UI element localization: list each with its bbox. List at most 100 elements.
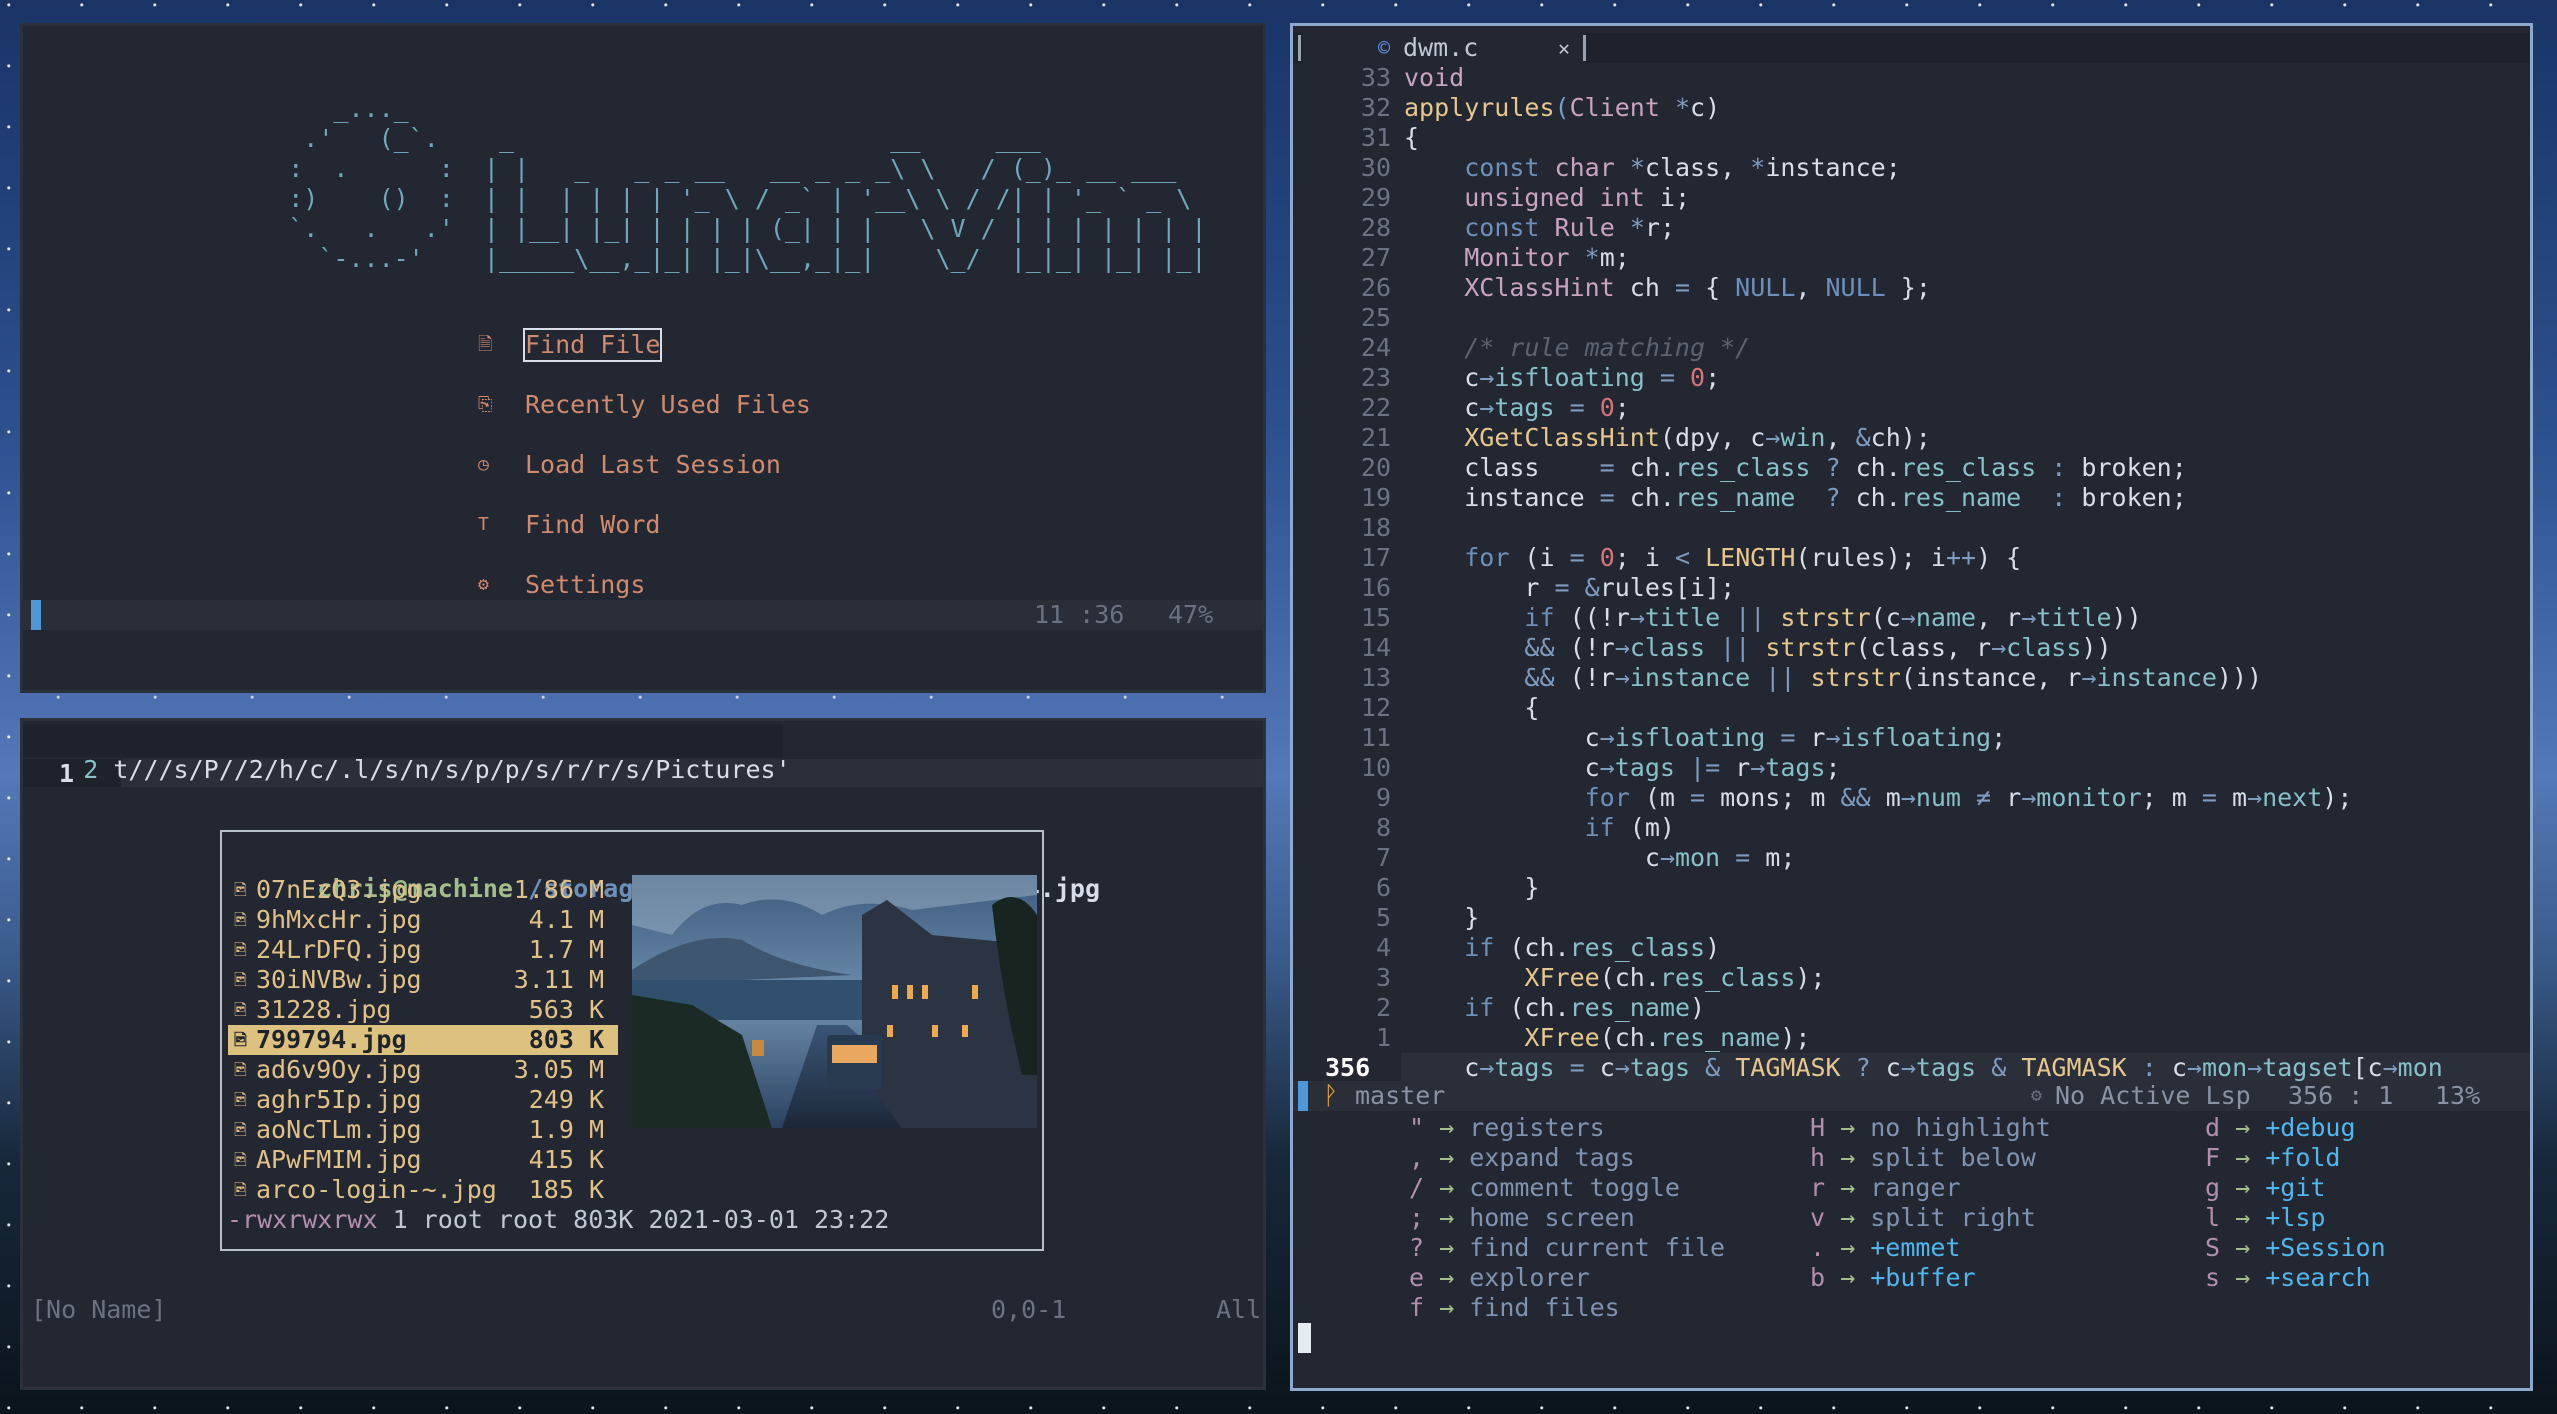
file-row[interactable]: 🖻 arco-login-~.jpg 185 K	[228, 1175, 618, 1205]
dashboard-item-find-word[interactable]: T Find Word	[478, 510, 878, 540]
arrow-icon: →	[1424, 1173, 1470, 1202]
code-line[interactable]: 1 XFree(ch.res_name);	[1293, 1023, 2530, 1053]
which-key-item[interactable]: f → find files	[1409, 1293, 1620, 1323]
code-line[interactable]: 30 const char *class, *instance;	[1293, 153, 2530, 183]
code-line[interactable]: 21 XGetClassHint(dpy, c→win, &ch);	[1293, 423, 2530, 453]
code-line[interactable]: 15 if ((!r→title || strstr(c→name, r→tit…	[1293, 603, 2530, 633]
which-key-item[interactable]: h → split below	[1810, 1143, 2036, 1173]
code-line[interactable]: 7 c→mon = m;	[1293, 843, 2530, 873]
which-key-desc: expand tags	[1469, 1143, 1635, 1172]
which-key-desc: find current file	[1469, 1233, 1726, 1262]
code-line[interactable]: 12 {	[1293, 693, 2530, 723]
text-icon: T	[478, 514, 489, 535]
which-key-item[interactable]: ? → find current file	[1409, 1233, 1725, 1263]
code-line[interactable]: 6 }	[1293, 873, 2530, 903]
which-key-item[interactable]: F → +fold	[2205, 1143, 2340, 1173]
file-row[interactable]: 🖻 799794.jpg 803 K	[228, 1025, 618, 1055]
which-key-item[interactable]: l → +lsp	[2205, 1203, 2325, 1233]
code-token: →	[1479, 1053, 1495, 1082]
code-line[interactable]: 14 && (!r→class || strstr(class, r→class…	[1293, 633, 2530, 663]
code-line[interactable]: 4 if (ch.res_class)	[1293, 933, 2530, 963]
which-key-item[interactable]: g → +git	[2205, 1173, 2325, 1203]
code-line[interactable]: 22 c→tags = 0;	[1293, 393, 2530, 423]
code-token: isfloating	[1614, 723, 1766, 752]
code-token: :	[2051, 453, 2067, 482]
code-token: =	[1569, 393, 1585, 422]
code-line[interactable]: 24 /* rule matching */	[1293, 333, 2530, 363]
code-line[interactable]: 27 Monitor *m;	[1293, 243, 2530, 273]
image-file-icon: 🖻	[234, 880, 247, 899]
which-key-item[interactable]: S → +Session	[2205, 1233, 2386, 1263]
code-line[interactable]: 10 c→tags |= r→tags;	[1293, 753, 2530, 783]
dashboard-item-recently-used-files[interactable]: ⎘ Recently Used Files	[478, 390, 878, 420]
tab-dwm-c[interactable]: © dwm.c ✕	[1303, 33, 1583, 63]
code-line[interactable]: 18	[1293, 513, 2530, 543]
code-line[interactable]: 32 applyrules(Client *c)	[1293, 93, 2530, 123]
code-line[interactable]: 8 if (m)	[1293, 813, 2530, 843]
which-key-item[interactable]: / → comment toggle	[1409, 1173, 1680, 1203]
code-line[interactable]: 20 class = ch.res_class ? ch.res_class :…	[1293, 453, 2530, 483]
file-row[interactable]: 🖻 aghr5Ip.jpg 249 K	[228, 1085, 618, 1115]
which-key-item[interactable]: s → +search	[2205, 1263, 2371, 1293]
code-token: instance	[1629, 663, 1751, 692]
image-file-icon: 🖻	[234, 910, 247, 929]
line-number: 14	[1360, 633, 1391, 662]
code-line[interactable]: 3 XFree(ch.res_class);	[1293, 963, 2530, 993]
code-line[interactable]: 28 const Rule *r;	[1293, 213, 2530, 243]
code-token: &	[1855, 423, 1871, 452]
file-row[interactable]: 🖻 07nEzQ3.jpg 1.86 M	[228, 875, 618, 905]
code-line[interactable]: 29 unsigned int i;	[1293, 183, 2530, 213]
which-key-item[interactable]: v → split right	[1810, 1203, 2036, 1233]
file-row[interactable]: 🖻 30iNVBw.jpg 3.11 M	[228, 965, 618, 995]
code-line[interactable]: 5 }	[1293, 903, 2530, 933]
close-icon[interactable]: ✕	[1558, 33, 1570, 63]
which-key-item[interactable]: e → explorer	[1409, 1263, 1590, 1293]
code-token: 0	[1599, 543, 1615, 572]
file-row[interactable]: 🖻 APwFMIM.jpg 415 K	[228, 1145, 618, 1175]
file-row[interactable]: 🖻 24LrDFQ.jpg 1.7 M	[228, 935, 618, 965]
which-key-item[interactable]: " → registers	[1409, 1113, 1605, 1143]
tabline[interactable]: 2 t///s/P//2/h/c/.l/s/n/s/p/p/s/r/r/s/Pi…	[23, 725, 791, 784]
dashboard-item-load-last-session[interactable]: ◷ Load Last Session	[478, 450, 878, 480]
line-number: 25	[1360, 303, 1391, 332]
code-line[interactable]: 9 for (m = mons; m && m→num ≠ r→monitor;…	[1293, 783, 2530, 813]
file-row[interactable]: 🖻 aoNcTLm.jpg 1.9 M	[228, 1115, 618, 1145]
code-line[interactable]: 356 c→tags = c→tags & TAGMASK ? c→tags &…	[1293, 1053, 2530, 1083]
file-row[interactable]: 🖻 31228.jpg 563 K	[228, 995, 618, 1025]
code-line[interactable]: 31 {	[1293, 123, 2530, 153]
code-line[interactable]: 2 if (ch.res_name)	[1293, 993, 2530, 1023]
code-line[interactable]: 17 for (i = 0; i < LENGTH(rules); i++) {	[1293, 543, 2530, 573]
which-key-item[interactable]: ; → home screen	[1409, 1203, 1635, 1233]
which-key-item[interactable]: b → +buffer	[1810, 1263, 1976, 1293]
code-line[interactable]: 33 void	[1293, 63, 2530, 93]
which-key-item[interactable]: H → no highlight	[1810, 1113, 2051, 1143]
which-key-item[interactable]: d → +debug	[2205, 1113, 2356, 1143]
code-token: title	[2036, 603, 2112, 632]
dashboard-item-find-file[interactable]: 🗎 Find File	[478, 328, 878, 362]
code-token: instance	[2096, 663, 2217, 692]
code-line[interactable]: 25	[1293, 303, 2530, 333]
which-key-item[interactable]: r → ranger	[1810, 1173, 1961, 1203]
which-key-item[interactable]: . → +emmet	[1810, 1233, 1961, 1263]
code-line[interactable]: 23 c→isfloating = 0;	[1293, 363, 2530, 393]
code-line[interactable]: 13 && (!r→instance || strstr(instance, r…	[1293, 663, 2530, 693]
code-line[interactable]: 16 r = &rules[i];	[1293, 573, 2530, 603]
code-line[interactable]: 11 c→isfloating = r→isfloating;	[1293, 723, 2530, 753]
code-line[interactable]: 26 XClassHint ch = { NULL, NULL };	[1293, 273, 2530, 303]
code-text: class = ch.res_class ? ch.res_class : br…	[1404, 453, 2187, 483]
which-key-item[interactable]: , → expand tags	[1409, 1143, 1635, 1173]
file-row[interactable]: 🖻 9hMxcHr.jpg 4.1 M	[228, 905, 618, 935]
file-row[interactable]: 🖻 ad6v9Oy.jpg 3.05 M	[228, 1055, 618, 1085]
code-line[interactable]: 19 instance = ch.res_name ? ch.res_name …	[1293, 483, 2530, 513]
code-text: applyrules(Client *c)	[1404, 93, 1720, 123]
line-number: 24	[1360, 333, 1391, 362]
code-token: r	[1795, 723, 1826, 752]
arrow-icon: →	[2220, 1263, 2266, 1292]
code-text: instance = ch.res_name ? ch.res_name : b…	[1404, 483, 2187, 513]
dashboard-item-settings[interactable]: ⚙ Settings	[478, 570, 878, 600]
arrow-icon: →	[2220, 1173, 2266, 1202]
